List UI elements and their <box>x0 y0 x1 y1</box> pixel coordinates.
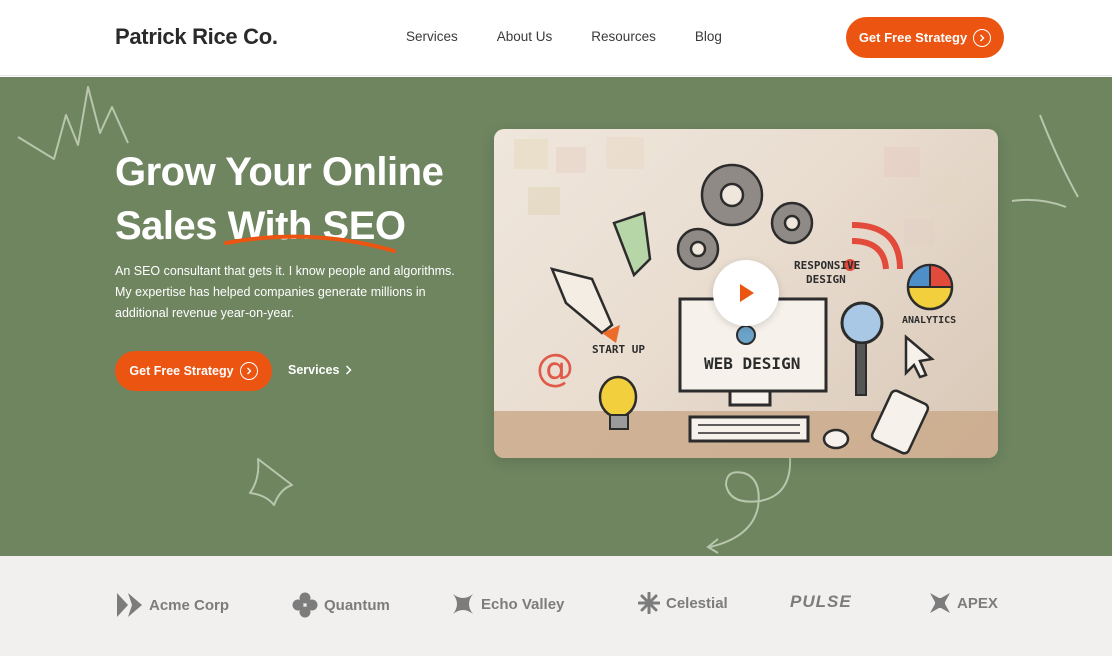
header-cta-button[interactable]: Get Free Strategy <box>846 17 1004 58</box>
site-logo[interactable]: Patrick Rice Co. <box>115 24 278 50</box>
chevron-right-circle-icon <box>239 362 258 380</box>
svg-text:@: @ <box>536 346 574 390</box>
hero-description: An SEO consultant that gets it. I know p… <box>115 264 455 320</box>
hero-services-link[interactable]: Services <box>288 363 352 377</box>
client-logos-strip: Acme Corp Quantum Echo Valley Celestial … <box>0 556 1112 656</box>
celestial-logo-icon <box>638 592 660 614</box>
nav-link-resources[interactable]: Resources <box>591 29 656 44</box>
brand-acme-corp-label: Acme Corp <box>149 596 230 614</box>
star-doodle-icon <box>249 458 293 506</box>
site-header: Patrick Rice Co. Services About Us Resou… <box>0 0 1112 76</box>
hero-section: Grow Your Online Sales With SEO An SEO c… <box>0 77 1112 556</box>
chevron-right-circle-icon <box>973 28 992 47</box>
brand-echo-valley-label: Echo Valley <box>481 595 565 613</box>
apex-logo-icon <box>930 593 950 613</box>
hero-heading-line-1: Grow Your Online <box>115 150 444 194</box>
loop-arrow-doodle-icon <box>706 456 792 554</box>
brand-celestial: Celestial <box>638 592 728 614</box>
hero-services-label: Services <box>288 363 340 377</box>
play-button[interactable] <box>713 260 779 326</box>
acme-corp-logo-icon <box>117 593 142 617</box>
brand-acme-corp: Acme Corp <box>116 592 229 618</box>
brand-pulse-label: PULSE <box>790 592 852 611</box>
svg-text:RESPONSIVE: RESPONSIVE <box>794 259 860 272</box>
nav-link-about-us[interactable]: About Us <box>497 29 553 44</box>
echo-valley-logo-icon <box>453 594 473 614</box>
quantum-logo-icon <box>292 592 318 618</box>
hero-cta-button[interactable]: Get Free Strategy <box>115 351 272 391</box>
brand-quantum: Quantum <box>292 592 390 618</box>
curve-doodle-icon <box>1011 114 1079 208</box>
hero-video[interactable]: WEB DESIGN START UP @ RESPONSIVE DESIGN <box>494 129 998 458</box>
brand-echo-valley: Echo Valley <box>451 592 564 616</box>
svg-text:START UP: START UP <box>592 343 645 356</box>
brand-celestial-label: Celestial <box>666 594 728 612</box>
nav-link-blog[interactable]: Blog <box>695 29 722 44</box>
svg-text:WEB DESIGN: WEB DESIGN <box>704 354 800 373</box>
svg-text:ANALYTICS: ANALYTICS <box>902 315 956 326</box>
header-cta-label: Get Free Strategy <box>858 30 968 45</box>
brand-apex: APEX <box>929 592 998 614</box>
nav-link-services[interactable]: Services <box>406 29 458 44</box>
brand-apex-label: APEX <box>957 594 998 612</box>
svg-text:DESIGN: DESIGN <box>806 273 846 286</box>
brand-pulse: PULSE <box>790 592 852 612</box>
main-nav: Services About Us Resources Blog <box>406 29 761 44</box>
brand-quantum-label: Quantum <box>324 596 390 614</box>
play-icon <box>740 284 754 302</box>
chevron-right-icon <box>346 365 352 375</box>
hero-cta-label: Get Free Strategy <box>129 364 234 378</box>
underline-swoosh-icon <box>224 234 396 253</box>
